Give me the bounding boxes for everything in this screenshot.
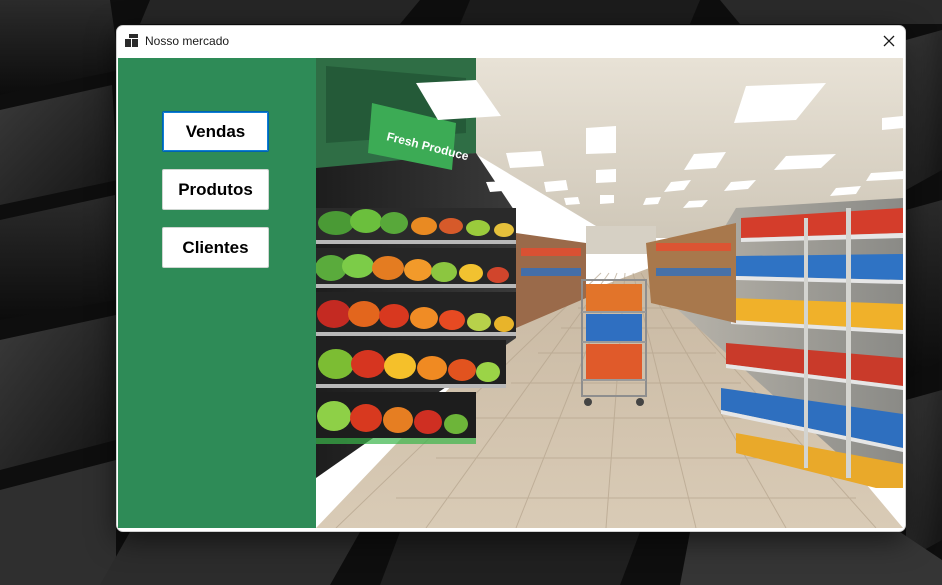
- window-title: Nosso mercado: [145, 34, 230, 48]
- desktop-background: Nosso mercado Vendas Produtos Clientes F…: [0, 0, 942, 585]
- supermarket-aisle-illustration: Fresh Produce: [316, 58, 903, 528]
- window-content: Vendas Produtos Clientes Fresh Produce: [118, 58, 903, 528]
- vendas-button[interactable]: Vendas: [162, 111, 269, 152]
- sidebar-panel: Vendas Produtos Clientes: [118, 58, 316, 528]
- close-icon: [883, 35, 895, 47]
- app-window: Nosso mercado Vendas Produtos Clientes F…: [116, 25, 906, 532]
- produtos-button[interactable]: Produtos: [162, 169, 269, 210]
- title-bar[interactable]: Nosso mercado: [117, 26, 905, 58]
- windows-form-icon: [125, 34, 138, 47]
- clientes-button[interactable]: Clientes: [162, 227, 269, 268]
- close-button[interactable]: [873, 26, 905, 56]
- supermarket-aisle-image: Fresh Produce: [316, 58, 903, 528]
